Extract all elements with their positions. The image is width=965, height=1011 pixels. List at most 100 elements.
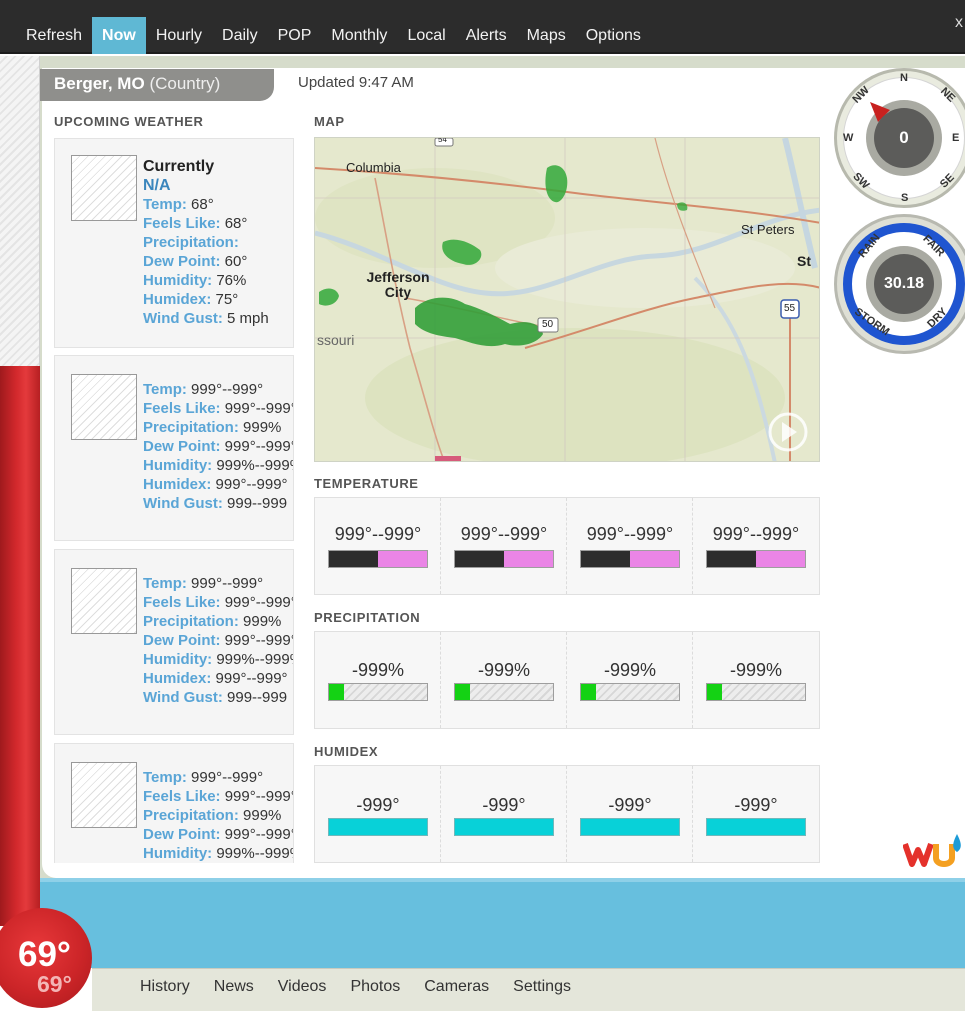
temperature-cell: 999°--999° bbox=[693, 498, 819, 594]
precipitation-fill bbox=[329, 684, 344, 700]
humidex-title: HUMIDEX bbox=[314, 744, 379, 759]
temperature-value: 999°--999° bbox=[586, 524, 674, 544]
nav-cameras[interactable]: Cameras bbox=[412, 978, 501, 996]
compass-n: N bbox=[900, 72, 908, 84]
location-tab: Berger, MO (Country) bbox=[40, 69, 274, 101]
nav-photos[interactable]: Photos bbox=[338, 978, 412, 996]
forecast-details: Temp: 999°--999° Feels Like: 999°--999° … bbox=[143, 768, 293, 863]
humidex-grid: -999° -999° -999° -999° bbox=[314, 765, 820, 863]
precipitation-bar bbox=[454, 683, 554, 701]
precipitation-value: -999% bbox=[603, 660, 657, 680]
weather-icon bbox=[71, 762, 137, 828]
forecast-row: Wind Gust: 999--999 bbox=[143, 689, 288, 706]
precipitation-value: -999% bbox=[477, 660, 531, 680]
current-row: Feels Like: 68° bbox=[143, 215, 248, 232]
map-label-jefferson-city: Jefferson City bbox=[366, 269, 430, 300]
humidex-cell: -999° bbox=[693, 766, 819, 862]
nav-now[interactable]: Now bbox=[92, 17, 146, 54]
humidex-bar bbox=[580, 818, 680, 836]
nav-local[interactable]: Local bbox=[397, 17, 455, 54]
map-shield-54: 54 bbox=[438, 137, 447, 144]
nav-alerts[interactable]: Alerts bbox=[456, 17, 517, 54]
close-button[interactable]: x bbox=[955, 14, 963, 32]
top-nav-bar: Refresh Now Hourly Daily POP Monthly Loc… bbox=[0, 0, 965, 54]
forecast-details: Temp: 999°--999° Feels Like: 999°--999° … bbox=[143, 380, 294, 513]
play-icon[interactable] bbox=[767, 411, 809, 453]
temperature-value: 999°--999° bbox=[460, 524, 548, 544]
current-temperature: 69° bbox=[18, 935, 71, 974]
precipitation-fill bbox=[455, 684, 470, 700]
map-title: MAP bbox=[314, 114, 345, 129]
humidex-cell: -999° bbox=[567, 766, 693, 862]
temperature-grid: 999°--999° 999°--999° 999°--999° 999°--9… bbox=[314, 497, 820, 595]
map-shield-50: 50 bbox=[542, 319, 554, 330]
location-name: Berger, MO bbox=[54, 74, 145, 93]
humidex-value: -999° bbox=[356, 795, 400, 815]
forecast-card[interactable]: Temp: 999°--999° Feels Like: 999°--999° … bbox=[54, 549, 294, 735]
forecast-row: Feels Like: 999°--999° bbox=[143, 400, 294, 417]
nav-daily[interactable]: Daily bbox=[212, 17, 268, 54]
nav-pop[interactable]: POP bbox=[268, 17, 322, 54]
map-label-columbia: Columbia bbox=[346, 160, 401, 175]
precipitation-cell: -999% bbox=[315, 632, 441, 728]
forecast-row: Precipitation: 999% bbox=[143, 613, 282, 630]
current-row: Wind Gust: 5 mph bbox=[143, 310, 269, 327]
temperature-title: TEMPERATURE bbox=[314, 476, 419, 491]
humidex-value: -999° bbox=[482, 795, 526, 815]
map-shield-55: 55 bbox=[784, 303, 796, 314]
precipitation-cell: -999% bbox=[693, 632, 819, 728]
precipitation-cell: -999% bbox=[441, 632, 567, 728]
forecast-card[interactable]: Temp: 999°--999° Feels Like: 999°--999° … bbox=[54, 355, 294, 541]
precipitation-bar bbox=[706, 683, 806, 701]
temperature-cell: 999°--999° bbox=[567, 498, 693, 594]
current-condition: N/A bbox=[143, 177, 171, 194]
nav-maps[interactable]: Maps bbox=[517, 17, 576, 54]
nav-news[interactable]: News bbox=[202, 978, 266, 996]
precipitation-title: PRECIPITATION bbox=[314, 610, 421, 625]
forecast-row: Wind Gust: 999--999 bbox=[143, 495, 288, 512]
current-row: Temp: 68° bbox=[143, 196, 214, 213]
precipitation-bar bbox=[328, 683, 428, 701]
temperature-bar bbox=[706, 550, 806, 568]
temperature-bar bbox=[454, 550, 554, 568]
nav-monthly[interactable]: Monthly bbox=[321, 17, 397, 54]
forecast-list[interactable]: Currently N/A Temp: 68° Feels Like: 68° … bbox=[54, 138, 294, 863]
precipitation-fill bbox=[581, 684, 596, 700]
humidex-bar bbox=[328, 818, 428, 836]
nav-history[interactable]: History bbox=[128, 978, 202, 996]
weather-icon bbox=[71, 155, 137, 221]
temperature-value: 999°--999° bbox=[712, 524, 800, 544]
humidex-bar bbox=[454, 818, 554, 836]
current-row: Humidity: 76% bbox=[143, 272, 247, 289]
weather-icon bbox=[71, 374, 137, 440]
forecast-row: Feels Like: 999°--999° bbox=[143, 594, 294, 611]
current-conditions-card[interactable]: Currently N/A Temp: 68° Feels Like: 68° … bbox=[54, 138, 294, 348]
forecast-card[interactable]: Temp: 999°--999° Feels Like: 999°--999° … bbox=[54, 743, 294, 863]
radar-map[interactable]: Columbia Jefferson City St Peters St sso… bbox=[314, 137, 820, 462]
forecast-row: Temp: 999°--999° bbox=[143, 575, 264, 592]
nav-options[interactable]: Options bbox=[576, 17, 651, 54]
map-label-st: St bbox=[797, 253, 811, 269]
thermometer-empty bbox=[0, 56, 40, 366]
current-row: Dew Point: 60° bbox=[143, 253, 248, 270]
temperature-value: 999°--999° bbox=[334, 524, 422, 544]
compass-w: W bbox=[843, 132, 854, 144]
nav-refresh[interactable]: Refresh bbox=[16, 17, 92, 54]
forecast-row: Temp: 999°--999° bbox=[143, 769, 264, 786]
forecast-row: Humidity: 999%--999% bbox=[143, 457, 294, 474]
map-background bbox=[315, 138, 819, 461]
forecast-row: Temp: 999°--999° bbox=[143, 381, 264, 398]
forecast-row: Humidex: 999°--999° bbox=[143, 670, 288, 687]
forecast-row: Humidity: 999%--999% bbox=[143, 651, 294, 668]
humidex-value: -999° bbox=[734, 795, 778, 815]
nav-settings[interactable]: Settings bbox=[501, 978, 583, 996]
location-type: (Country) bbox=[149, 74, 221, 93]
currently-label: Currently bbox=[143, 158, 215, 175]
forecast-row: Precipitation: 999% bbox=[143, 807, 282, 824]
precipitation-bar bbox=[580, 683, 680, 701]
upcoming-weather-title: UPCOMING WEATHER bbox=[54, 114, 204, 129]
bottom-nav: History News Videos Photos Cameras Setti… bbox=[128, 978, 583, 996]
nav-hourly[interactable]: Hourly bbox=[146, 17, 212, 54]
nav-videos[interactable]: Videos bbox=[266, 978, 339, 996]
forecast-details: Temp: 999°--999° Feels Like: 999°--999° … bbox=[143, 574, 294, 707]
